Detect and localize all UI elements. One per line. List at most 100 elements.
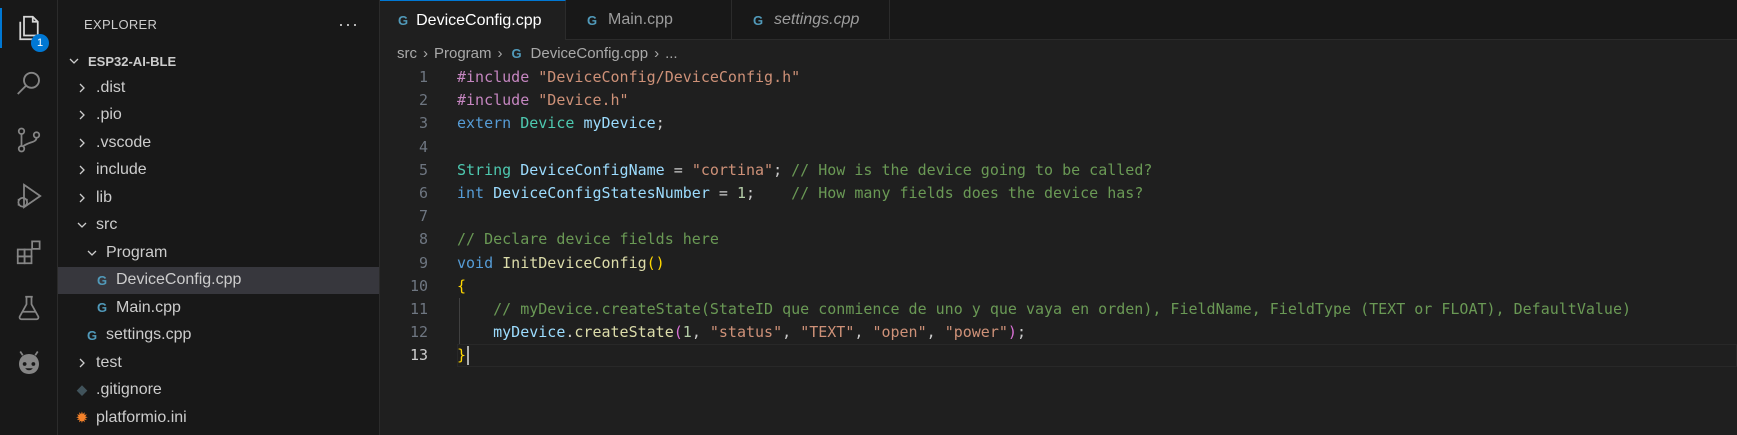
editor-area: G DeviceConfig.cpp G Main.cpp G settings… xyxy=(380,0,1737,435)
explorer-header: EXPLORER ··· xyxy=(58,0,379,48)
activity-search[interactable] xyxy=(0,56,58,112)
line-number: 11 xyxy=(409,299,428,318)
code-line[interactable]: 13} xyxy=(380,344,1737,368)
folder-item[interactable]: lib xyxy=(58,184,379,212)
explorer-sidebar: EXPLORER ··· ESP32-AI-BLE .dist .pio .vsco… xyxy=(58,0,380,435)
line-text: // myDevice.createState(StateID que conm… xyxy=(428,298,1631,321)
line-number: 10 xyxy=(409,276,428,295)
code-token: String xyxy=(457,160,512,179)
platformio-file-icon: ✹ xyxy=(76,409,88,425)
chevron-right-icon xyxy=(74,190,90,206)
tree-item-label: Program xyxy=(106,243,168,261)
code-token: , xyxy=(854,323,873,342)
code-token: () xyxy=(646,253,665,272)
code-token: #include xyxy=(457,68,530,86)
activity-source-control[interactable] xyxy=(0,112,58,168)
line-text: extern Device myDevice; xyxy=(428,112,665,135)
code-token: ; xyxy=(655,114,665,133)
tree-item-label: include xyxy=(96,161,147,179)
tab-settings-cpp[interactable]: G settings.cpp xyxy=(732,0,890,40)
code-line[interactable]: 11 // myDevice.createState(StateID que c… xyxy=(380,298,1737,321)
activity-testing[interactable] xyxy=(0,280,58,336)
code-line[interactable]: 1 #include "DeviceConfig/DeviceConfig.h" xyxy=(380,66,1737,89)
tree-item-label: .pio xyxy=(96,106,122,124)
cpp-file-icon: G xyxy=(586,12,598,28)
code-line[interactable]: 12 myDevice.createState(1, "status", "TE… xyxy=(380,321,1737,344)
chevron-right-icon xyxy=(74,135,90,151)
line-text: // Declare device fields here xyxy=(428,228,719,251)
breadcrumb-src[interactable]: src xyxy=(397,45,417,62)
code-token: createState xyxy=(574,323,674,342)
file-item[interactable]: ◆ .gitignore xyxy=(58,377,379,405)
code-token: DeviceConfigStatesNumber xyxy=(493,183,710,202)
code-line[interactable]: 5 String DeviceConfigName = "cortina"; //… xyxy=(380,159,1737,182)
editor-tabs: G DeviceConfig.cpp G Main.cpp G settings… xyxy=(380,0,1737,40)
file-item[interactable]: G Main.cpp xyxy=(58,294,379,322)
breadcrumb-symbol[interactable]: ... xyxy=(665,45,678,62)
tab-main-cpp[interactable]: G Main.cpp xyxy=(566,0,732,40)
line-number: 3 xyxy=(418,114,428,133)
code-token: = xyxy=(709,183,737,202)
activity-platformio[interactable] xyxy=(0,336,58,392)
run-debug-icon xyxy=(17,183,42,209)
line-number: 5 xyxy=(418,160,428,179)
project-root[interactable]: ESP32-AI-BLE xyxy=(58,48,379,74)
source-control-icon xyxy=(17,127,41,153)
code-token: extern xyxy=(457,114,512,133)
code-line[interactable]: 6 int DeviceConfigStatesNumber = 1; // Ho… xyxy=(380,182,1737,205)
line-number: 13 xyxy=(409,346,428,365)
breadcrumb-program[interactable]: Program xyxy=(434,45,492,62)
code-token: #include xyxy=(457,91,530,110)
text-cursor xyxy=(467,346,470,366)
line-text: #include "DeviceConfig/DeviceConfig.h" xyxy=(428,66,800,89)
file-item[interactable]: Gsettings.cpp xyxy=(58,322,379,350)
folder-item[interactable]: test xyxy=(58,349,379,377)
line-text: #include "Device.h" xyxy=(428,89,629,112)
vscode-window: 1 EXPLORER ··· ESP32-AI-BLE .dist .pio .… xyxy=(0,0,1737,435)
line-number: 8 xyxy=(418,230,428,249)
line-text: { xyxy=(428,275,466,298)
folder-item[interactable]: .dist xyxy=(58,74,379,102)
line-text: } xyxy=(428,344,470,367)
testing-icon xyxy=(18,295,40,321)
code-line[interactable]: 3 extern Device myDevice; xyxy=(380,112,1737,135)
platformio-icon xyxy=(19,351,39,374)
line-text: int DeviceConfigStatesNumber = 1; // How… xyxy=(428,182,1143,205)
code-editor[interactable]: 1 #include "DeviceConfig/DeviceConfig.h" 2… xyxy=(380,66,1737,368)
folder-item[interactable]: .pio xyxy=(58,102,379,130)
folder-item[interactable]: src xyxy=(58,212,379,240)
code-token: } xyxy=(457,346,467,365)
breadcrumb-file[interactable]: DeviceConfig.cpp xyxy=(531,45,649,62)
folder-item[interactable]: include xyxy=(58,157,379,185)
more-actions-icon[interactable]: ··· xyxy=(338,14,359,35)
code-line[interactable]: 10 { xyxy=(380,275,1737,298)
folder-item[interactable]: .vscode xyxy=(58,129,379,157)
activity-run-debug[interactable] xyxy=(0,168,58,224)
code-token: // How many fields does the device has? xyxy=(791,183,1144,202)
line-number: 6 xyxy=(418,183,428,202)
chevron-right-icon xyxy=(74,107,90,123)
cpp-file-icon: G xyxy=(86,327,98,343)
file-item[interactable]: G DeviceConfig.cpp xyxy=(58,266,379,294)
code-token: "power" xyxy=(944,323,1008,342)
code-line[interactable]: 8 // Declare device fields here xyxy=(380,228,1737,251)
code-line[interactable]: 2 #include "Device.h" xyxy=(380,89,1737,112)
code-line[interactable]: 4 xyxy=(380,136,1737,159)
tree-item-label: .dist xyxy=(96,78,126,96)
chevron-right-icon xyxy=(74,80,90,96)
code-token: = xyxy=(664,160,692,179)
code-token: "open" xyxy=(872,323,927,342)
code-line[interactable]: 7 xyxy=(380,205,1737,228)
tab-deviceconfig-cpp[interactable]: G DeviceConfig.cpp xyxy=(380,0,566,40)
activity-extensions[interactable] xyxy=(0,224,58,280)
file-item[interactable]: ✹ platformio.ini xyxy=(58,404,379,432)
breadcrumb: src › Program › G DeviceConfig.cpp › ... xyxy=(380,40,1737,66)
folder-item[interactable]: Program xyxy=(58,239,379,267)
code-line[interactable]: 9 void InitDeviceConfig() xyxy=(380,252,1737,275)
code-token: 1 xyxy=(736,183,746,202)
activity-explorer[interactable]: 1 xyxy=(0,0,58,56)
